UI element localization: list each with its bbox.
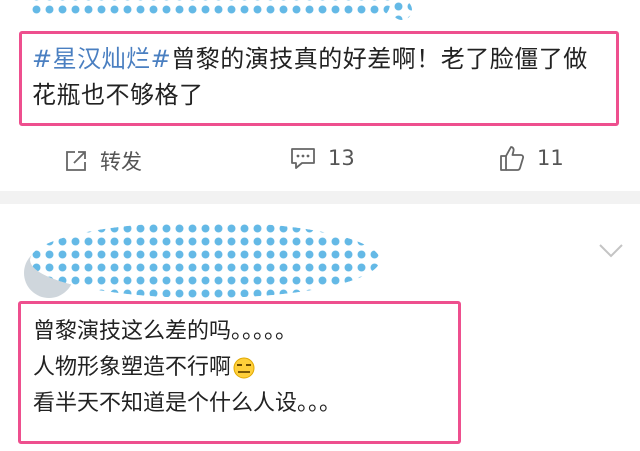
privacy-mask-small: [392, 0, 412, 20]
share-icon: [66, 151, 86, 171]
privacy-mask: [30, 222, 380, 298]
share-button[interactable]: 转发: [64, 146, 142, 176]
comment-card: 曾黎演技这么差的吗。。。。。 人物形象塑造不行啊 看半天不知道是个什么人设。。。: [0, 204, 640, 451]
like-button[interactable]: 11: [499, 144, 564, 172]
emoji-icon: [233, 357, 255, 379]
like-icon: [500, 146, 525, 171]
comment-line-2: 人物形象塑造不行啊: [33, 350, 453, 386]
post-text: #星汉灿烂#曾黎的演技真的好差啊！老了脸僵了做花瓶也不够格了: [32, 41, 612, 113]
comment-line-3: 看半天不知道是个什么人设。。。: [33, 391, 342, 416]
like-count: 11: [537, 146, 564, 170]
privacy-mask: [30, 0, 390, 18]
topic-link[interactable]: #星汉灿烂#: [32, 45, 171, 73]
comment-line-2-text: 人物形象塑造不行啊: [33, 355, 232, 380]
share-label: 转发: [100, 150, 142, 174]
comment-button[interactable]: 13: [290, 146, 355, 170]
comment-icon: [291, 148, 315, 169]
comment-count: 13: [328, 146, 355, 170]
action-bar: 转发 13 11: [0, 146, 640, 176]
highlight-box: #星汉灿烂#曾黎的演技真的好差啊！老了脸僵了做花瓶也不够格了: [19, 31, 619, 126]
comment-text: 曾黎演技这么差的吗。。。。。 人物形象塑造不行啊 看半天不知道是个什么人设。。。: [33, 314, 453, 422]
highlight-box: 曾黎演技这么差的吗。。。。。 人物形象塑造不行啊 看半天不知道是个什么人设。。。: [18, 301, 461, 444]
comment-line-1: 曾黎演技这么差的吗。。。。。: [33, 319, 298, 344]
post-card: #星汉灿烂#曾黎的演技真的好差啊！老了脸僵了做花瓶也不够格了 转发 13 11: [0, 0, 640, 191]
chevron-down-icon[interactable]: [597, 242, 625, 260]
